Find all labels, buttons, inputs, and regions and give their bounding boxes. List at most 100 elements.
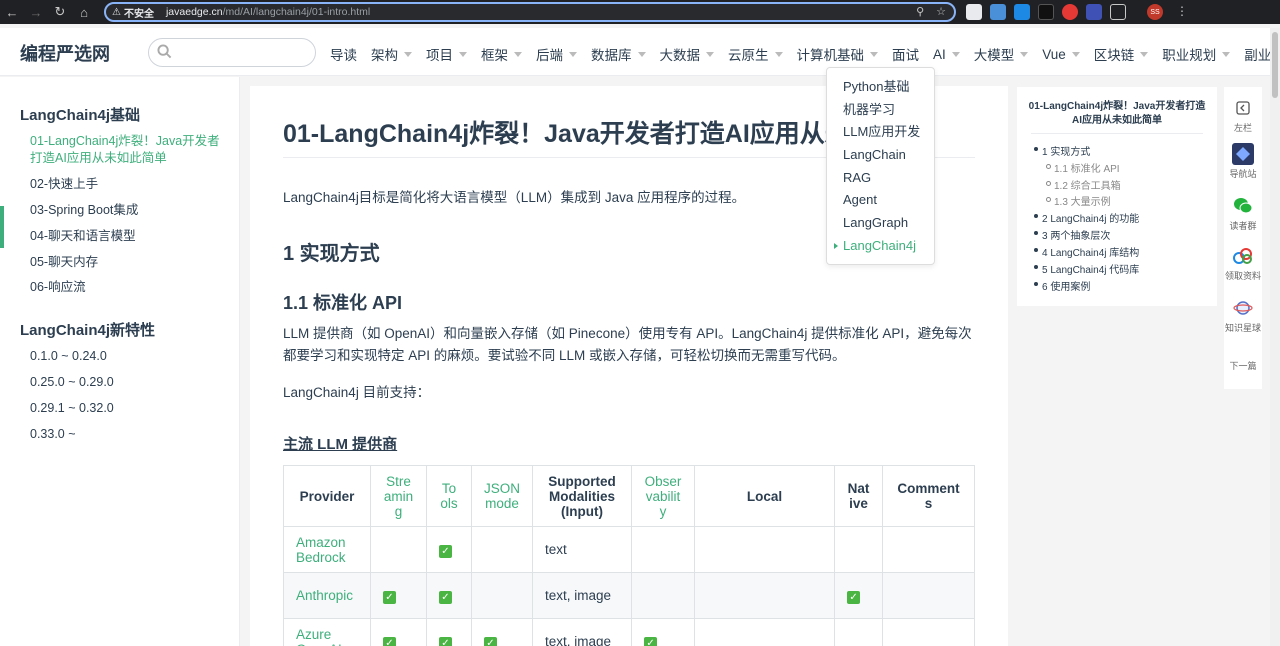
address-bar[interactable]: ⚠ 不安全 javaedge.cn/md/AI/langchain4j/01-in…	[104, 2, 956, 22]
nav-item[interactable]: 云原生	[728, 44, 783, 64]
col-tools[interactable]: To ols	[426, 465, 472, 527]
toc-link[interactable]: 1.2 综合工具箱	[1046, 177, 1121, 192]
toc-link[interactable]: 1 实现方式	[1033, 143, 1090, 158]
nav-item[interactable]: 框架	[481, 44, 522, 64]
checkmark-icon: ✓	[484, 636, 497, 646]
reader-group-button[interactable]: 读者群	[1224, 195, 1262, 232]
dropdown-item[interactable]: Agent	[827, 191, 934, 214]
sidebar-item-06[interactable]: 06-响应流	[30, 279, 230, 296]
bookmark-star-icon[interactable]: ☆	[936, 5, 946, 18]
extension-icon[interactable]	[1062, 4, 1078, 20]
sidebar-item-version[interactable]: 0.25.0 ~ 0.29.0	[30, 374, 230, 391]
table-row: Amazon Bedrock ✓ text	[283, 526, 976, 573]
cell-observability: ✓	[631, 618, 696, 646]
sidebar-group-title[interactable]: LangChain4j基础	[20, 104, 140, 125]
extension-icon[interactable]	[990, 4, 1006, 20]
sidebar-item-03[interactable]: 03-Spring Boot集成	[30, 202, 230, 219]
url-text[interactable]: javaedge.cn/md/AI/langchain4j/01-intro.h…	[166, 6, 370, 18]
nav-item[interactable]: AI	[933, 44, 960, 64]
col-local: Local	[694, 465, 836, 527]
dropdown-item[interactable]: 机器学习	[827, 101, 934, 124]
toc-link[interactable]: 6 使用案例	[1033, 278, 1090, 293]
sidebar-item-04[interactable]: 04-聊天和语言模型	[30, 228, 230, 245]
sidebar-item-01[interactable]: 01-LangChain4j炸裂！Java开发者打造AI应用从未如此简单	[30, 133, 230, 167]
toc-link[interactable]: 1.1 标准化 API	[1046, 160, 1120, 175]
cell-modalities: text, image	[532, 618, 633, 646]
sidebar-group-title[interactable]: LangChain4j新特性	[20, 319, 155, 340]
cell-json	[470, 526, 534, 573]
nav-site-button[interactable]: 导航站	[1224, 143, 1262, 180]
toc-title[interactable]: 01-LangChain4j炸裂！Java开发者打造AI应用从未如此简单	[1025, 100, 1209, 128]
col-json-mode[interactable]: JSON mode	[470, 465, 534, 527]
checkmark-icon: ✓	[439, 544, 452, 558]
nav-item[interactable]: 区块链	[1094, 44, 1149, 64]
scrollbar-thumb[interactable]	[1272, 32, 1278, 98]
nav-item[interactable]: 数据库	[591, 44, 646, 64]
col-native: Nat ive	[834, 465, 884, 527]
col-observability[interactable]: Obser vabilit y	[631, 465, 696, 527]
sidebar-item-version[interactable]: 0.1.0 ~ 0.24.0	[30, 348, 230, 365]
col-streaming[interactable]: Stre amin g	[370, 465, 427, 527]
nav-item[interactable]: 导读	[330, 44, 357, 64]
extension-icon[interactable]	[966, 4, 982, 20]
cell-native	[834, 526, 884, 573]
browser-menu-icon[interactable]: ⋮	[1176, 4, 1188, 18]
providers-heading[interactable]: 主流 LLM 提供商	[283, 433, 397, 454]
nav-item[interactable]: 职业规划	[1162, 44, 1231, 64]
page-scrollbar[interactable]	[1270, 28, 1280, 646]
extension-icon[interactable]	[1038, 4, 1054, 20]
sidebar-item-version[interactable]: 0.33.0 ~	[30, 426, 230, 443]
dropdown-item[interactable]: Python基础	[827, 78, 934, 101]
toggle-sidebar-button[interactable]: 左栏	[1224, 97, 1262, 134]
toc-link[interactable]: 1.3 大量示例	[1046, 193, 1111, 208]
nav-item[interactable]: 后端	[536, 44, 577, 64]
extension-icon[interactable]	[1086, 4, 1102, 20]
home-icon[interactable]: ⌂	[72, 0, 96, 24]
knowledge-planet-button[interactable]: 知识星球	[1224, 297, 1262, 334]
dropdown-item[interactable]: LangChain	[827, 146, 934, 169]
site-brand[interactable]: 编程严选网	[20, 40, 110, 66]
sidebar-item-version[interactable]: 0.29.1 ~ 0.32.0	[30, 400, 230, 417]
dropdown-item[interactable]: LLM应用开发	[827, 123, 934, 146]
table-of-contents: 01-LangChain4j炸裂！Java开发者打造AI应用从未如此简单 1 实…	[1017, 87, 1217, 306]
site-navbar: 编程严选网 导读 架构 项目 框架 后端 数据库 大数据 云原生 计算机基础 面试 AI 大模型 Vue…	[0, 28, 1280, 76]
dropdown-item[interactable]: LangChain4j	[827, 237, 934, 260]
nav-item[interactable]: 大数据	[660, 44, 714, 64]
next-page-button[interactable]: 下一篇	[1224, 359, 1262, 372]
cell-local	[694, 618, 836, 646]
nav-item[interactable]: 面试	[892, 44, 919, 64]
nav-item[interactable]: 计算机基础	[797, 44, 878, 64]
nav-item[interactable]: Vue	[1042, 44, 1080, 64]
reload-icon[interactable]: ↻	[48, 0, 72, 24]
nav-item[interactable]: 大模型	[974, 44, 1029, 64]
sidebar-item-02[interactable]: 02-快速上手	[30, 176, 230, 193]
extension-icon[interactable]	[1014, 4, 1030, 20]
chevron-down-icon	[1140, 51, 1149, 57]
toc-link[interactable]: 4 LangChain4j 库结构	[1033, 244, 1139, 259]
toc-link[interactable]: 2 LangChain4j 的功能	[1033, 210, 1139, 225]
cell-comments	[882, 618, 976, 646]
support-paragraph: LangChain4j 目前支持：	[283, 385, 431, 400]
cell-provider[interactable]: AzureOpenAI	[283, 618, 371, 646]
get-materials-button[interactable]: 领取资料	[1224, 245, 1262, 282]
profile-avatar[interactable]: SS	[1147, 4, 1163, 20]
zoom-icon[interactable]: ⚲	[916, 5, 924, 18]
nav-item[interactable]: 架构	[371, 44, 412, 64]
dropdown-item[interactable]: RAG	[827, 169, 934, 192]
cell-provider[interactable]: Anthropic	[283, 572, 371, 619]
security-warning[interactable]: ⚠ 不安全	[112, 5, 154, 20]
sidebar-item-05[interactable]: 05-聊天内存	[30, 254, 230, 271]
toc-link[interactable]: 3 两个抽象层次	[1033, 227, 1110, 242]
planet-icon	[1232, 297, 1254, 319]
search-input[interactable]	[148, 38, 316, 67]
extensions-puzzle-icon[interactable]	[1110, 4, 1126, 20]
toc-link[interactable]: 5 LangChain4j 代码库	[1033, 261, 1139, 276]
cell-provider[interactable]: Amazon Bedrock	[283, 526, 371, 573]
sidebar-toggle-icon	[1232, 97, 1254, 119]
checkmark-icon: ✓	[383, 590, 396, 604]
back-icon[interactable]: ←	[0, 0, 24, 24]
forward-icon[interactable]: →	[24, 0, 48, 24]
nav-item[interactable]: 项目	[426, 44, 467, 64]
dropdown-item[interactable]: LangGraph	[827, 214, 934, 237]
subsection-heading: 1.1 标准化 API	[283, 293, 403, 313]
